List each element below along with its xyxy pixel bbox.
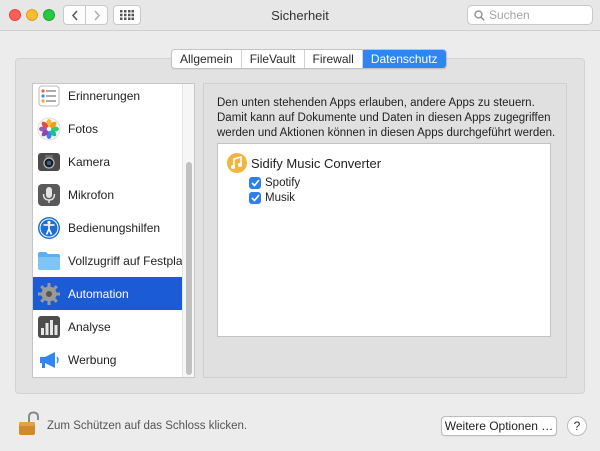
tab-datenschutz[interactable]: Datenschutz [362, 50, 446, 68]
gear-icon [38, 282, 60, 305]
title-bar: Sicherheit [0, 0, 600, 31]
sidebar-item-label: Erinnerungen [68, 88, 141, 103]
camera-icon [38, 152, 60, 171]
sidebar-item-label: Bedienungshilfen [68, 220, 161, 235]
analytics-icon [38, 315, 60, 338]
app-entry-sidify[interactable]: Sidify Music Converter [226, 152, 381, 174]
sidify-icon [227, 153, 247, 173]
checkmark-icon [250, 179, 260, 187]
spotify-checkbox[interactable] [249, 177, 261, 189]
sidebar-item-label: Automation [68, 286, 129, 301]
automation-app-list[interactable]: Sidify Music Converter Spotify Musik [217, 143, 551, 337]
sidebar-item-analyse[interactable]: Analyse [33, 310, 183, 343]
sidebar-item-label: Fotos [68, 121, 99, 136]
app-name: Sidify Music Converter [251, 155, 382, 171]
sidebar-item-label: Vollzugriff auf Festpla… [68, 253, 183, 268]
sidebar-item-vollzugriff[interactable]: Vollzugriff auf Festpla… [33, 244, 183, 277]
sidebar-item-werbung[interactable]: Werbung [33, 343, 183, 376]
checkmark-icon [250, 194, 260, 202]
sidebar-item-mikrofon[interactable]: Mikrofon [33, 178, 183, 211]
lock-hint: Zum Schützen auf das Schloss klicken. [47, 420, 248, 432]
sidebar-item-label: Kamera [68, 154, 111, 169]
more-options-button[interactable]: Weitere Optionen … [441, 416, 557, 436]
automation-description: Den unten stehenden Apps erlauben, ander… [217, 97, 556, 139]
photos-icon [37, 117, 61, 140]
permission-spotify[interactable]: Spotify [249, 177, 300, 189]
reminders-icon [38, 85, 60, 106]
search-input[interactable] [489, 8, 589, 22]
help-button[interactable]: ? [567, 416, 587, 436]
accessibility-icon [38, 216, 60, 239]
sidebar-item-kamera[interactable]: Kamera [33, 145, 183, 178]
sidebar-scroll-thumb[interactable] [186, 162, 192, 375]
tab-filevault[interactable]: FileVault [242, 50, 305, 68]
permission-musik[interactable]: Musik [249, 192, 295, 204]
spotify-label: Spotify [265, 177, 301, 189]
sidebar-item-fotos[interactable]: Fotos [33, 112, 183, 145]
tab-bar: Allgemein FileVault Firewall Datenschutz [171, 49, 447, 69]
megaphone-icon [40, 351, 59, 368]
sidebar-scrollbar[interactable] [182, 84, 194, 377]
search-field[interactable] [467, 5, 593, 25]
sidebar-item-automation[interactable]: Automation [33, 277, 183, 310]
sidebar-item-label: Analyse [68, 319, 111, 334]
sidebar-item-bedienungshilfen[interactable]: Bedienungshilfen [33, 211, 183, 244]
sidebar-item-erinnerungen[interactable]: Erinnerungen [33, 84, 183, 112]
musik-label: Musik [265, 192, 296, 204]
sidebar-item-label: Mikrofon [68, 187, 115, 202]
sidebar-item-label: Werbung [68, 352, 117, 367]
search-icon [474, 9, 485, 21]
tab-firewall[interactable]: Firewall [305, 50, 363, 68]
lock-icon[interactable] [18, 411, 40, 437]
privacy-category-list[interactable]: Erinnerungen Fotos Kamera Mikrofon Bedie… [32, 83, 195, 378]
folder-icon [38, 251, 60, 270]
musik-checkbox[interactable] [249, 192, 261, 204]
microphone-icon [38, 183, 60, 206]
tab-allgemein[interactable]: Allgemein [172, 50, 242, 68]
